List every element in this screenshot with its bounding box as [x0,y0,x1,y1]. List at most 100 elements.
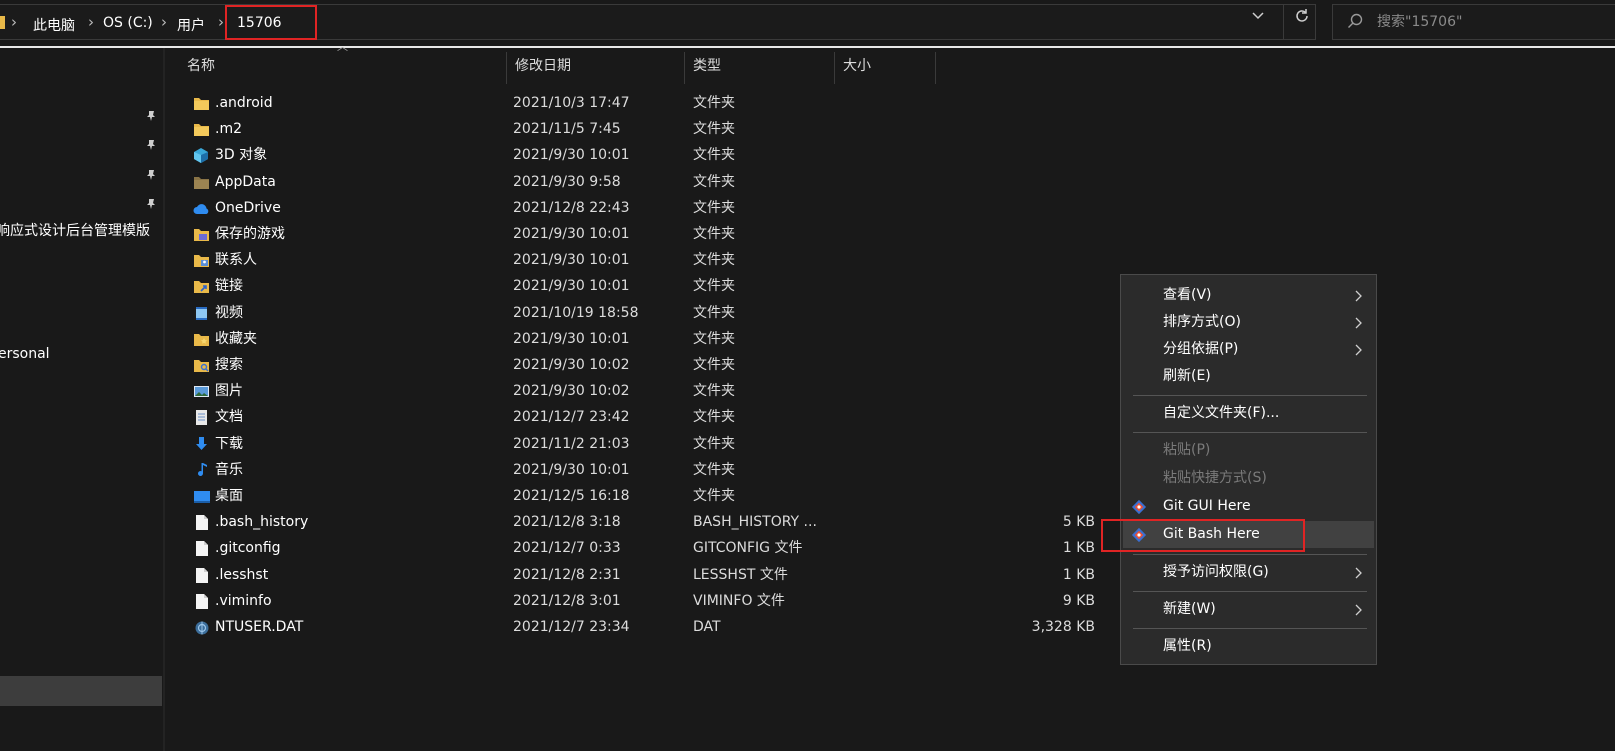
chevron-right-icon[interactable]: › [218,13,224,31]
file-type: 文件夹 [693,252,735,268]
file-row[interactable]: .android 2021/10/3 17:47 文件夹 [165,90,1615,117]
chevron-right-icon [1355,604,1362,616]
file-name: 搜索 [215,357,243,373]
file-row[interactable]: AppData 2021/9/30 9:58 文件夹 [165,169,1615,196]
refresh-icon[interactable] [1293,7,1311,30]
menu-item-git-gui[interactable]: Git GUI Here [1121,493,1376,520]
menu-item-give-access[interactable]: 授予访问权限(G) [1121,559,1376,586]
chevron-right-icon[interactable]: › [161,13,167,31]
column-header-name[interactable]: 名称 [179,48,504,84]
chevron-down-icon[interactable] [1251,9,1265,25]
navigation-pane[interactable]: 响应式设计后台管理模版 ersonal [0,48,162,751]
file-row[interactable]: .bash_history 2021/12/8 3:18 BASH_HISTORY … [165,509,1615,536]
file-size [865,457,1095,484]
menu-separator [1133,432,1367,433]
file-row[interactable]: 收藏夹 2021/9/30 10:01 文件夹 [165,326,1615,353]
search-box[interactable] [1332,4,1615,40]
favorites-folder-icon [194,334,209,346]
menu-item-view[interactable]: 查看(V) [1121,282,1376,309]
saved-games-folder-icon [194,229,209,241]
videos-folder-icon [194,307,209,320]
file-row[interactable]: 文档 2021/12/7 23:42 文件夹 [165,404,1615,431]
menu-item-refresh[interactable]: 刷新(E) [1121,363,1376,390]
file-size [865,142,1095,169]
file-row[interactable]: 链接 2021/9/30 10:01 文件夹 [165,273,1615,300]
file-type: 文件夹 [693,436,735,452]
file-type: 文件夹 [693,409,735,425]
menu-separator [1133,591,1367,592]
menu-item-new[interactable]: 新建(W) [1121,596,1376,623]
file-size [865,247,1095,274]
file-type: VIMINFO 文件 [693,593,785,609]
file-name: NTUSER.DAT [215,619,304,635]
column-header-type[interactable]: 类型 [685,48,832,84]
menu-item-label: 粘贴(P) [1163,442,1211,458]
breadcrumb-users[interactable]: 用户 [177,15,205,35]
chevron-right-icon[interactable]: › [11,13,17,31]
desktop-folder-icon [194,491,210,503]
menu-separator [1133,628,1367,629]
file-row[interactable]: NTUSER.DAT 2021/12/7 23:34 DAT 3,328 KB [165,614,1615,641]
file-type: 文件夹 [693,278,735,294]
breadcrumb-drive-c[interactable]: OS (C:) [103,15,153,31]
pin-icon [147,111,155,121]
file-row[interactable]: .lesshst 2021/12/8 2:31 LESSHST 文件 1 KB [165,562,1615,589]
menu-item-paste[interactable]: 粘贴(P) [1121,437,1376,464]
menu-item-label: 自定义文件夹(F)... [1163,405,1280,421]
file-row[interactable]: 桌面 2021/12/5 16:18 文件夹 [165,483,1615,510]
column-header-size[interactable]: 大小 [835,48,933,84]
file-type: 文件夹 [693,95,735,111]
file-name: .gitconfig [215,540,281,556]
nav-item-admin-template[interactable]: 响应式设计后台管理模版 [0,220,150,240]
file-name: .viminfo [215,593,272,609]
file-date: 2021/9/30 10:01 [513,278,630,294]
file-size: 1 KB [1062,540,1095,556]
file-list[interactable]: ︿ 名称 修改日期 类型 大小 .android 2021/10/3 17:47 文… [165,40,1615,751]
file-size [865,221,1095,248]
file-name: 3D 对象 [215,147,268,163]
nav-item-personal[interactable]: ersonal [0,346,50,362]
menu-item-customize-folder[interactable]: 自定义文件夹(F)... [1121,400,1376,427]
onedrive-cloud-icon [193,204,209,214]
file-row[interactable]: 视频 2021/10/19 18:58 文件夹 [165,300,1615,327]
file-row[interactable]: 搜索 2021/9/30 10:02 文件夹 [165,352,1615,379]
file-row[interactable]: 图片 2021/9/30 10:02 文件夹 [165,378,1615,405]
file-row[interactable]: 联系人 2021/9/30 10:01 文件夹 [165,247,1615,274]
column-divider[interactable] [935,52,936,84]
file-row[interactable]: 3D 对象 2021/9/30 10:01 文件夹 [165,142,1615,169]
file-size: 1 KB [1062,567,1095,583]
nav-item-selected[interactable] [0,676,162,706]
file-date: 2021/12/7 23:42 [513,409,630,425]
file-name: .android [215,95,273,111]
chevron-right-icon [1355,317,1362,329]
file-row[interactable]: OneDrive 2021/12/8 22:43 文件夹 [165,195,1615,222]
file-type: 文件夹 [693,305,735,321]
menu-item-sort-by[interactable]: 排序方式(O) [1121,309,1376,336]
breadcrumb[interactable]: › 此电脑 › OS (C:) › 用户 › 15706 [0,4,1316,40]
search-input[interactable] [1377,11,1607,33]
menu-item-properties[interactable]: 属性(R) [1121,633,1376,660]
menu-item-paste-shortcut[interactable]: 粘贴快捷方式(S) [1121,465,1376,492]
file-date: 2021/9/30 10:02 [513,357,630,373]
chevron-right-icon [1355,344,1362,356]
file-name: .bash_history [215,514,309,530]
links-folder-icon [194,281,209,293]
file-row[interactable]: .gitconfig 2021/12/7 0:33 GITCONFIG 文件 1 KB [165,535,1615,562]
file-name: 桌面 [215,488,243,504]
address-bar: › 此电脑 › OS (C:) › 用户 › 15706 [0,0,1615,42]
file-size [865,169,1095,196]
hidden-folder-icon [194,177,209,189]
menu-item-label: 授予访问权限(G) [1163,564,1269,580]
file-icon [196,515,208,530]
file-row[interactable]: 保存的游戏 2021/9/30 10:01 文件夹 [165,221,1615,248]
menu-item-group-by[interactable]: 分组依据(P) [1121,336,1376,363]
file-row[interactable]: 下载 2021/11/2 21:03 文件夹 [165,431,1615,458]
chevron-right-icon[interactable]: › [88,13,94,31]
file-row[interactable]: 音乐 2021/9/30 10:01 文件夹 [165,457,1615,484]
file-name: 链接 [215,278,243,294]
column-header-date[interactable]: 修改日期 [507,48,682,84]
file-type: 文件夹 [693,200,735,216]
file-row[interactable]: .m2 2021/11/5 7:45 文件夹 [165,116,1615,143]
file-row[interactable]: .viminfo 2021/12/8 3:01 VIMINFO 文件 9 KB [165,588,1615,615]
breadcrumb-this-pc[interactable]: 此电脑 [33,15,75,35]
